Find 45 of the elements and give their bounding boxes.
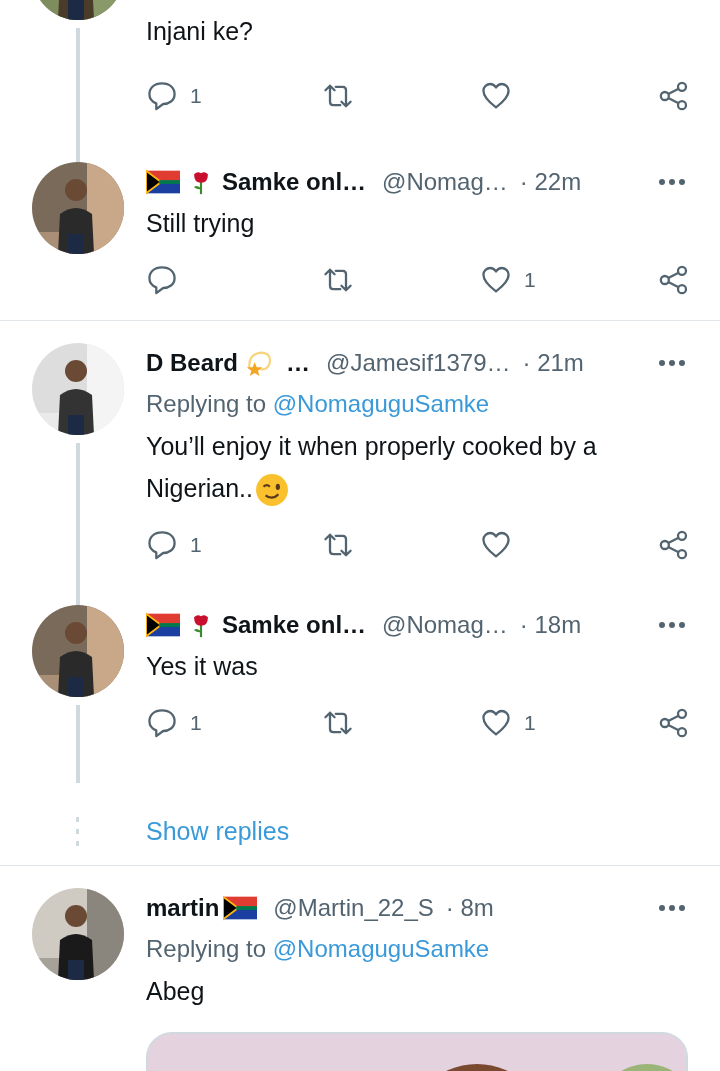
- timestamp: · 8m: [445, 894, 494, 922]
- like-count: 1: [524, 268, 536, 292]
- more-replies-dots: [76, 816, 80, 846]
- mention-link[interactable]: @NomaguguSamke: [272, 935, 490, 962]
- share-icon[interactable]: [658, 264, 690, 296]
- more-icon[interactable]: [658, 904, 686, 912]
- tweet-text: Abeg: [146, 977, 205, 1005]
- tweet-text: Still trying: [146, 209, 255, 237]
- user-handle[interactable]: @Jamesif1379…: [326, 349, 511, 377]
- share-icon[interactable]: [658, 529, 690, 561]
- show-replies-link[interactable]: Show replies: [146, 816, 720, 846]
- user-handle[interactable]: @Nomag…: [382, 168, 508, 196]
- reply-icon[interactable]: [146, 80, 178, 112]
- timestamp: · 21m: [522, 349, 584, 377]
- tweet-text: You’ll enjoy it when properly cooked by a Nigerian..: [146, 432, 597, 502]
- mention-link[interactable]: @NomaguguSamke: [272, 390, 490, 417]
- timestamp: · 18m: [519, 611, 582, 639]
- more-icon[interactable]: [658, 359, 686, 367]
- replying-label: Replying to: [146, 935, 267, 962]
- user-name[interactable]: D Beard: [146, 349, 239, 377]
- winking-face-icon: [255, 473, 289, 508]
- share-icon[interactable]: [658, 707, 690, 739]
- tweet-text: Yes it was: [146, 652, 258, 680]
- reply-icon[interactable]: [146, 529, 178, 561]
- user-name[interactable]: martin: [146, 894, 220, 922]
- user-handle[interactable]: @Martin_22_S: [273, 894, 434, 922]
- replying-label: Replying to: [146, 390, 267, 417]
- user-handle[interactable]: @Nomag…: [382, 611, 508, 639]
- reply-count: 1: [190, 84, 202, 108]
- user-name[interactable]: Samke onl…: [222, 611, 367, 639]
- tweet-text: Injani ke?: [146, 17, 254, 45]
- reply-icon[interactable]: [146, 264, 178, 296]
- more-icon[interactable]: [658, 178, 686, 186]
- reply-icon[interactable]: [146, 707, 178, 739]
- more-icon[interactable]: [658, 621, 686, 629]
- share-icon[interactable]: [658, 80, 690, 112]
- reply-count: 1: [190, 711, 202, 735]
- reply-count: 1: [190, 533, 202, 557]
- user-name[interactable]: Samke onl…: [222, 168, 367, 196]
- flag-icon: [223, 895, 258, 921]
- flag-icon: [146, 612, 180, 638]
- like-count: 1: [524, 711, 536, 735]
- flag-icon: [146, 169, 180, 195]
- timestamp: · 22m: [519, 168, 582, 196]
- name-ellipsis: …: [286, 349, 311, 377]
